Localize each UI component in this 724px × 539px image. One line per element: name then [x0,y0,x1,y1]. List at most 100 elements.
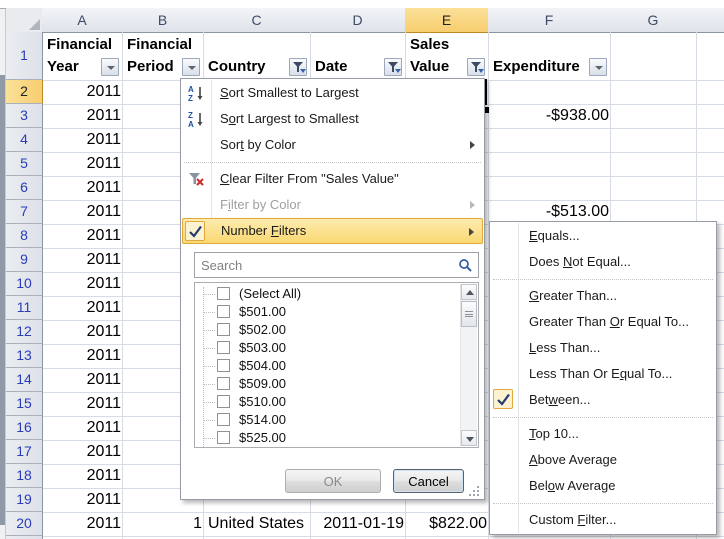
filter-funnel-button-C[interactable] [289,58,307,76]
value-checkbox[interactable] [217,305,230,318]
col-header-A[interactable]: A [42,8,122,33]
menu-item-between[interactable]: Between... [491,387,715,413]
menu-item-custom-filter[interactable]: Custom Filter... [491,507,715,533]
ok-button[interactable]: OK [285,469,381,493]
value-checkbox[interactable] [217,413,230,426]
list-scrollbar[interactable] [460,284,477,446]
row-header-16[interactable]: 16 [6,416,43,440]
filter-funnel-button-E[interactable] [467,58,485,76]
col-header-F[interactable]: F [488,8,610,33]
menu-item-top-10[interactable]: Top 10... [491,421,715,447]
row-header-3[interactable]: 3 [6,104,43,128]
row-header-8[interactable]: 8 [6,224,43,248]
cell-A20[interactable]: 2011 [43,512,127,536]
value-checkbox[interactable] [217,377,230,390]
header-cell-A1[interactable]: FinancialYear [43,33,122,79]
filter-value-525-00[interactable]: $525.00 [195,429,478,447]
row-header-14[interactable]: 14 [6,368,43,392]
row-header-17[interactable]: 17 [6,440,43,464]
col-header-E[interactable]: E [405,8,488,33]
cell-A10[interactable]: 2011 [43,272,127,296]
cell-A19[interactable]: 2011 [43,488,127,512]
menu-item-equals[interactable]: Equals... [491,223,715,249]
menu-item-greater-than[interactable]: Greater Than... [491,283,715,309]
filter-funnel-button-D[interactable] [384,58,402,76]
cell-A9[interactable]: 2011 [43,248,127,272]
menu-item-sort-largest-to-smallest[interactable]: ZASort Largest to Smallest [182,106,483,132]
row-header-4[interactable]: 4 [6,128,43,152]
col-header-partial[interactable] [696,8,724,33]
row-header-6[interactable]: 6 [6,176,43,200]
col-header-C[interactable]: C [203,8,310,33]
filter-value-509-00[interactable]: $509.00 [195,375,478,393]
menu-item-clear-filter-from-sales-value[interactable]: Clear Filter From "Sales Value" [182,166,483,192]
row-header-11[interactable]: 11 [6,296,43,320]
cell-C20[interactable]: United States [204,512,313,536]
value-checkbox[interactable] [217,431,230,444]
row-header-9[interactable]: 9 [6,248,43,272]
row-header-15[interactable]: 15 [6,392,43,416]
filter-value-partial[interactable] [195,447,478,448]
search-icon[interactable] [458,258,473,273]
value-checkbox[interactable] [217,395,230,408]
cell-A4[interactable]: 2011 [43,128,127,152]
scrollbar-thumb[interactable] [461,301,477,327]
cell-B20[interactable]: 1 [123,512,208,536]
filter-dropdown-button-F[interactable] [589,58,607,76]
menu-item-less-than-or-equal-to[interactable]: Less Than Or Equal To... [491,361,715,387]
header-cell-C1[interactable]: Country [204,33,310,79]
row-header-7[interactable]: 7 [6,200,43,224]
cell-E20[interactable]: $822.00 [406,512,493,536]
cell-A14[interactable]: 2011 [43,368,127,392]
value-checkbox[interactable] [217,341,230,354]
row-header-13[interactable]: 13 [6,344,43,368]
cell-A8[interactable]: 2011 [43,224,127,248]
value-checkbox[interactable] [217,287,230,300]
search-input[interactable] [195,253,478,277]
row-header-12[interactable]: 12 [6,320,43,344]
row-header-20[interactable]: 20 [6,512,43,536]
col-header-B[interactable]: B [122,8,203,33]
value-checkbox[interactable] [217,359,230,372]
menu-item-less-than[interactable]: Less Than... [491,335,715,361]
cell-A3[interactable]: 2011 [43,104,127,128]
header-cell-D1[interactable]: Date [311,33,405,79]
filter-value-502-00[interactable]: $502.00 [195,321,478,339]
cell-A16[interactable]: 2011 [43,416,127,440]
cell-A17[interactable]: 2011 [43,440,127,464]
menu-item-number-filters[interactable]: Number Filters [182,218,483,244]
filter-value-select-all[interactable]: (Select All) [195,285,478,303]
menu-resize-grip[interactable] [469,486,479,496]
col-header-D[interactable]: D [310,8,405,33]
cell-F3[interactable]: -$938.00 [489,104,615,128]
header-cell-E1[interactable]: SalesValue [406,33,488,79]
filter-value-503-00[interactable]: $503.00 [195,339,478,357]
cell-A18[interactable]: 2011 [43,464,127,488]
cell-A12[interactable]: 2011 [43,320,127,344]
filter-value-510-00[interactable]: $510.00 [195,393,478,411]
header-cell-F1[interactable]: Expenditure [489,33,610,79]
filter-value-504-00[interactable]: $504.00 [195,357,478,375]
select-all-corner[interactable] [6,8,43,33]
cancel-button[interactable]: Cancel [393,469,464,493]
left-scrollbar-thumb[interactable] [0,75,5,525]
scroll-down-button[interactable] [461,430,477,446]
cell-A2[interactable]: 2011 [43,80,127,104]
scroll-up-button[interactable] [461,284,477,300]
menu-item-below-average[interactable]: Below Average [491,473,715,499]
row-header-19[interactable]: 19 [6,488,43,512]
menu-item-filter-by-color[interactable]: Filter by Color [182,192,483,218]
filter-dropdown-button-A[interactable] [101,58,119,76]
filter-value-514-00[interactable]: $514.00 [195,411,478,429]
header-cell-B1[interactable]: FinancialPeriod [123,33,203,79]
menu-item-greater-than-or-equal-to[interactable]: Greater Than Or Equal To... [491,309,715,335]
row-header-2[interactable]: 2 [6,80,43,104]
menu-item-sort-smallest-to-largest[interactable]: AZSort Smallest to Largest [182,80,483,106]
cell-A13[interactable]: 2011 [43,344,127,368]
cell-A7[interactable]: 2011 [43,200,127,224]
cell-A5[interactable]: 2011 [43,152,127,176]
filter-dropdown-button-B[interactable] [182,58,200,76]
cell-A6[interactable]: 2011 [43,176,127,200]
filter-value-501-00[interactable]: $501.00 [195,303,478,321]
row-header-5[interactable]: 5 [6,152,43,176]
